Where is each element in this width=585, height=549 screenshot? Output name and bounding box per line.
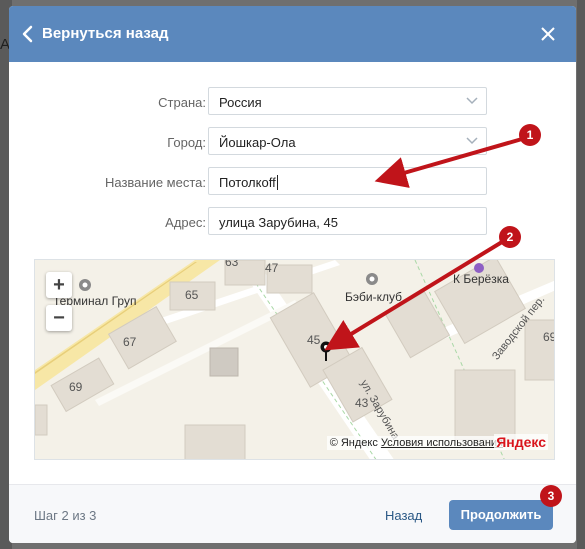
add-place-dialog: Вернуться назад Страна: Россия Город: Йо… [9, 6, 576, 543]
poi-marker-icon[interactable] [365, 272, 379, 286]
map-view[interactable]: 63 47 65 67 69 45 43 69 Терминал Груп Бэ… [34, 259, 555, 460]
address-value: улица Зарубина, 45 [219, 215, 338, 230]
chevron-down-icon [466, 137, 478, 145]
country-value: Россия [219, 95, 262, 110]
place-name-label: Название места: [104, 175, 206, 190]
house-number: 67 [123, 335, 137, 349]
house-number: 63 [225, 259, 239, 269]
background-right [577, 0, 585, 549]
annotation-badge-2: 2 [499, 226, 521, 248]
annotation-badge-1: 1 [519, 124, 541, 146]
house-number: 69 [69, 380, 83, 394]
back-arrow-icon[interactable] [21, 25, 35, 43]
house-number: 69 [543, 330, 554, 344]
zoom-out-button[interactable]: − [46, 305, 72, 331]
yandex-logo: Яндекс [494, 434, 548, 450]
country-label: Страна: [158, 95, 206, 110]
country-row: Страна: Россия [9, 87, 576, 117]
dialog-footer: Шаг 2 из 3 Назад Продолжить [9, 484, 576, 543]
close-icon[interactable] [540, 26, 556, 42]
zoom-in-button[interactable]: + [46, 272, 72, 298]
city-row: Город: Йошкар-Ола [9, 127, 576, 157]
step-indicator: Шаг 2 из 3 [34, 508, 97, 523]
city-value: Йошкар-Ола [219, 135, 296, 150]
poi-marker-icon[interactable] [78, 278, 92, 292]
poi-label: Бэби-клуб [345, 290, 402, 304]
dialog-header: Вернуться назад [9, 6, 576, 62]
annotation-badge-3: 3 [540, 485, 562, 507]
place-name-row: Название места: Потолкоff [9, 167, 576, 197]
place-name-value: Потолкоff [219, 175, 276, 190]
place-name-input[interactable]: Потолкоff [208, 167, 487, 195]
house-number: 47 [265, 261, 279, 275]
city-select[interactable]: Йошкар-Ола [208, 127, 487, 155]
location-pin-icon[interactable] [319, 340, 333, 362]
country-select[interactable]: Россия [208, 87, 487, 115]
continue-button[interactable]: Продолжить [449, 500, 553, 530]
copyright-text: © Яндекс [329, 437, 378, 449]
back-link[interactable]: Вернуться назад [42, 25, 168, 42]
address-label: Адрес: [165, 215, 206, 230]
house-number: 65 [185, 288, 199, 302]
chevron-down-icon [466, 97, 478, 105]
address-row: Адрес: улица Зарубина, 45 [9, 207, 576, 237]
address-input[interactable]: улица Зарубина, 45 [208, 207, 487, 235]
back-button[interactable]: Назад [385, 508, 422, 523]
poi-label: К Берёзка [453, 272, 509, 286]
text-cursor [276, 175, 278, 190]
map-copyright: © Яндекс Условия использования [326, 436, 506, 450]
map-canvas [35, 260, 554, 459]
terms-link[interactable]: Условия использования [381, 437, 503, 449]
city-label: Город: [167, 135, 206, 150]
